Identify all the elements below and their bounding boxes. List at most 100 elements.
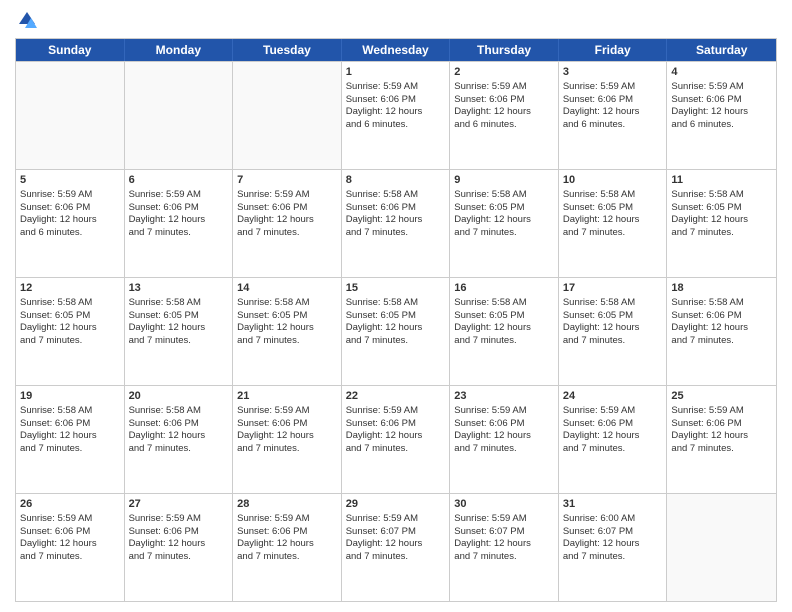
day-info-line: Sunset: 6:05 PM: [671, 202, 772, 215]
calendar-cell: 1Sunrise: 5:59 AMSunset: 6:06 PMDaylight…: [342, 62, 451, 169]
day-info-line: Sunset: 6:05 PM: [454, 202, 554, 215]
day-info-line: Sunset: 6:06 PM: [237, 202, 337, 215]
day-info-line: and 6 minutes.: [20, 227, 120, 240]
calendar-cell: 23Sunrise: 5:59 AMSunset: 6:06 PMDayligh…: [450, 386, 559, 493]
day-info-line: Sunset: 6:07 PM: [346, 526, 446, 539]
calendar: SundayMondayTuesdayWednesdayThursdayFrid…: [15, 38, 777, 602]
calendar-cell: 26Sunrise: 5:59 AMSunset: 6:06 PMDayligh…: [16, 494, 125, 601]
day-info-line: Sunrise: 5:58 AM: [563, 189, 663, 202]
day-info-line: Sunrise: 5:59 AM: [563, 81, 663, 94]
day-info-line: Sunrise: 5:59 AM: [237, 513, 337, 526]
day-info-line: and 6 minutes.: [563, 119, 663, 132]
calendar-cell: 29Sunrise: 5:59 AMSunset: 6:07 PMDayligh…: [342, 494, 451, 601]
day-info-line: Sunset: 6:05 PM: [129, 310, 229, 323]
day-info-line: Sunrise: 5:58 AM: [237, 297, 337, 310]
calendar-cell: 14Sunrise: 5:58 AMSunset: 6:05 PMDayligh…: [233, 278, 342, 385]
day-info-line: Daylight: 12 hours: [20, 322, 120, 335]
day-info-line: Sunset: 6:06 PM: [346, 94, 446, 107]
day-info-line: and 7 minutes.: [129, 227, 229, 240]
logo-icon: [17, 10, 37, 30]
day-info-line: Daylight: 12 hours: [129, 322, 229, 335]
day-info-line: Sunrise: 5:59 AM: [346, 81, 446, 94]
day-info-line: Sunrise: 5:58 AM: [129, 297, 229, 310]
day-info-line: and 7 minutes.: [346, 551, 446, 564]
day-number: 21: [237, 389, 337, 404]
day-info-line: Sunrise: 5:59 AM: [237, 189, 337, 202]
calendar-cell: 3Sunrise: 5:59 AMSunset: 6:06 PMDaylight…: [559, 62, 668, 169]
day-info-line: Daylight: 12 hours: [563, 430, 663, 443]
day-info-line: Sunrise: 5:59 AM: [346, 405, 446, 418]
calendar-row-0: 1Sunrise: 5:59 AMSunset: 6:06 PMDaylight…: [16, 61, 776, 169]
day-number: 26: [20, 497, 120, 512]
calendar-cell: 11Sunrise: 5:58 AMSunset: 6:05 PMDayligh…: [667, 170, 776, 277]
page: SundayMondayTuesdayWednesdayThursdayFrid…: [0, 0, 792, 612]
day-info-line: Sunrise: 5:58 AM: [671, 189, 772, 202]
header-day-friday: Friday: [559, 39, 668, 61]
day-info-line: Sunrise: 5:59 AM: [454, 405, 554, 418]
day-number: 28: [237, 497, 337, 512]
day-info-line: and 7 minutes.: [237, 443, 337, 456]
day-info-line: Daylight: 12 hours: [454, 538, 554, 551]
day-info-line: Daylight: 12 hours: [454, 106, 554, 119]
day-info-line: and 7 minutes.: [346, 227, 446, 240]
day-info-line: and 7 minutes.: [20, 443, 120, 456]
day-info-line: Sunset: 6:06 PM: [237, 418, 337, 431]
day-info-line: Daylight: 12 hours: [20, 538, 120, 551]
calendar-cell: 25Sunrise: 5:59 AMSunset: 6:06 PMDayligh…: [667, 386, 776, 493]
day-info-line: and 7 minutes.: [563, 443, 663, 456]
day-info-line: and 7 minutes.: [454, 443, 554, 456]
calendar-cell: 15Sunrise: 5:58 AMSunset: 6:05 PMDayligh…: [342, 278, 451, 385]
header: [15, 10, 777, 30]
day-info-line: Daylight: 12 hours: [237, 538, 337, 551]
day-info-line: Sunrise: 5:58 AM: [20, 405, 120, 418]
day-info-line: Sunrise: 5:59 AM: [346, 513, 446, 526]
day-info-line: Sunrise: 5:59 AM: [20, 189, 120, 202]
day-info-line: Sunrise: 5:59 AM: [237, 405, 337, 418]
day-info-line: Sunrise: 5:59 AM: [20, 513, 120, 526]
day-info-line: Sunrise: 5:58 AM: [346, 189, 446, 202]
day-info-line: and 7 minutes.: [129, 551, 229, 564]
day-info-line: and 7 minutes.: [20, 335, 120, 348]
calendar-cell: 13Sunrise: 5:58 AMSunset: 6:05 PMDayligh…: [125, 278, 234, 385]
day-info-line: Sunset: 6:05 PM: [563, 310, 663, 323]
header-day-thursday: Thursday: [450, 39, 559, 61]
day-number: 18: [671, 281, 772, 296]
calendar-cell: 17Sunrise: 5:58 AMSunset: 6:05 PMDayligh…: [559, 278, 668, 385]
day-number: 6: [129, 173, 229, 188]
day-info-line: Sunset: 6:06 PM: [129, 526, 229, 539]
day-info-line: and 7 minutes.: [563, 335, 663, 348]
calendar-cell: 18Sunrise: 5:58 AMSunset: 6:06 PMDayligh…: [667, 278, 776, 385]
day-info-line: and 6 minutes.: [671, 119, 772, 132]
day-info-line: Daylight: 12 hours: [671, 214, 772, 227]
day-number: 22: [346, 389, 446, 404]
calendar-cell: 4Sunrise: 5:59 AMSunset: 6:06 PMDaylight…: [667, 62, 776, 169]
day-info-line: Daylight: 12 hours: [346, 322, 446, 335]
calendar-cell: 28Sunrise: 5:59 AMSunset: 6:06 PMDayligh…: [233, 494, 342, 601]
day-info-line: and 7 minutes.: [563, 227, 663, 240]
day-info-line: Sunrise: 5:59 AM: [129, 513, 229, 526]
calendar-cell: 24Sunrise: 5:59 AMSunset: 6:06 PMDayligh…: [559, 386, 668, 493]
calendar-cell: 2Sunrise: 5:59 AMSunset: 6:06 PMDaylight…: [450, 62, 559, 169]
day-number: 9: [454, 173, 554, 188]
day-info-line: and 7 minutes.: [563, 551, 663, 564]
header-day-sunday: Sunday: [16, 39, 125, 61]
day-info-line: Daylight: 12 hours: [563, 538, 663, 551]
day-info-line: Sunset: 6:06 PM: [20, 526, 120, 539]
calendar-cell: [667, 494, 776, 601]
calendar-cell: 6Sunrise: 5:59 AMSunset: 6:06 PMDaylight…: [125, 170, 234, 277]
day-info-line: Daylight: 12 hours: [671, 430, 772, 443]
day-info-line: Daylight: 12 hours: [671, 106, 772, 119]
day-info-line: Sunrise: 5:58 AM: [671, 297, 772, 310]
calendar-cell: 5Sunrise: 5:59 AMSunset: 6:06 PMDaylight…: [16, 170, 125, 277]
day-number: 29: [346, 497, 446, 512]
calendar-cell: 31Sunrise: 6:00 AMSunset: 6:07 PMDayligh…: [559, 494, 668, 601]
calendar-cell: 22Sunrise: 5:59 AMSunset: 6:06 PMDayligh…: [342, 386, 451, 493]
day-info-line: and 7 minutes.: [671, 443, 772, 456]
day-number: 2: [454, 65, 554, 80]
day-number: 1: [346, 65, 446, 80]
day-info-line: and 7 minutes.: [237, 227, 337, 240]
day-info-line: Sunset: 6:06 PM: [20, 202, 120, 215]
day-info-line: and 7 minutes.: [129, 335, 229, 348]
calendar-cell: 8Sunrise: 5:58 AMSunset: 6:06 PMDaylight…: [342, 170, 451, 277]
day-info-line: Daylight: 12 hours: [671, 322, 772, 335]
